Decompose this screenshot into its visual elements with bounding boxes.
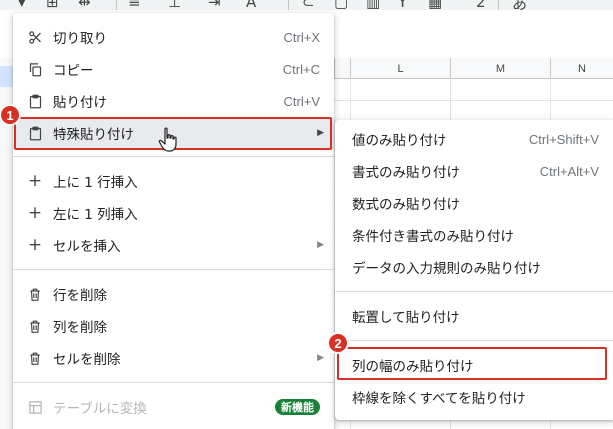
format-icon[interactable]: ▾: [18, 0, 26, 10]
plus-icon: +: [27, 171, 43, 191]
input-tools-icon[interactable]: あ: [512, 0, 527, 10]
menu-item-delete-cells[interactable]: セルを削除 ▶: [13, 342, 334, 374]
submenu-item-values-only[interactable]: 値のみ貼り付け Ctrl+Shift+V: [335, 123, 613, 155]
wrap-icon[interactable]: ⇥: [208, 0, 221, 10]
context-menu: 切り取り Ctrl+X コピー Ctrl+C 貼り付け Ctrl+V 特殊貼り付…: [13, 13, 334, 429]
menu-item-cut[interactable]: 切り取り Ctrl+X: [13, 21, 334, 53]
submenu-item-label: 数式のみ貼り付け: [352, 197, 460, 213]
submenu-item-label: 値のみ貼り付け: [352, 133, 447, 149]
clipboard-icon: [27, 93, 43, 109]
align-icon[interactable]: ≡: [128, 0, 141, 10]
hand-cursor-icon: [158, 127, 180, 153]
submenu-arrow-icon: ▶: [317, 240, 324, 250]
submenu-item-label: 書式のみ貼り付け: [352, 165, 460, 181]
plus-icon: +: [27, 203, 43, 223]
column-header-m[interactable]: M: [450, 58, 550, 79]
callout-badge-2: 2: [327, 332, 349, 354]
column-header-l[interactable]: L: [350, 58, 450, 79]
copy-icon: [27, 61, 43, 77]
menu-item-label: テーブルに変換: [53, 401, 147, 417]
column-header-n[interactable]: N: [550, 58, 613, 79]
valign-icon[interactable]: ⊥: [168, 0, 181, 10]
link-icon[interactable]: ⊂: [302, 0, 315, 10]
submenu-item-label: 条件付き書式のみ貼り付け: [352, 229, 514, 245]
menu-item-label: 行を削除: [53, 288, 107, 304]
submenu-item-formula-only[interactable]: 数式のみ貼り付け: [335, 187, 613, 219]
shortcut-label: Ctrl+V: [283, 93, 320, 109]
menu-item-insert-cells[interactable]: + セルを挿入 ▶: [13, 229, 334, 261]
menu-item-label: コピー: [53, 63, 94, 79]
menu-item-delete-column[interactable]: 列を削除: [13, 310, 334, 342]
trash-icon: [27, 286, 43, 302]
menu-item-delete-row[interactable]: 行を削除: [13, 278, 334, 310]
menu-item-copy[interactable]: コピー Ctrl+C: [13, 53, 334, 85]
menu-item-label: セルを挿入: [53, 239, 121, 255]
merge-icon[interactable]: ⇹: [78, 0, 91, 10]
functions-icon[interactable]: 2: [476, 0, 486, 10]
shortcut-label: Ctrl+Shift+V: [528, 131, 599, 147]
plus-icon: +: [27, 235, 43, 255]
menu-item-label: 列を削除: [53, 320, 107, 336]
callout-badge-1: 1: [0, 104, 21, 126]
submenu-item-format-only[interactable]: 書式のみ貼り付け Ctrl+Alt+V: [335, 155, 613, 187]
menu-divider: [13, 269, 334, 270]
table-icon: [27, 399, 43, 415]
table-view-icon[interactable]: ▦: [428, 0, 442, 10]
scissors-icon: [27, 29, 43, 45]
menu-item-label: 上に 1 行挿入: [53, 175, 138, 191]
submenu-item-label: 枠線を除くすべてを貼り付け: [352, 391, 526, 407]
trash-icon: [27, 318, 43, 334]
toolbar: ▾ ⊞ ⇹ ≡ ⊥ ⇥ A ⊂ ▢ ▥ Y ▦ 2 あ: [0, 0, 613, 10]
rotate-icon[interactable]: A: [246, 0, 256, 10]
column-header-k[interactable]: [334, 58, 350, 79]
menu-item-label: 左に 1 列挿入: [53, 207, 138, 223]
menu-divider: [13, 382, 334, 383]
shortcut-label: Ctrl+Alt+V: [539, 163, 599, 179]
submenu-item-conditional-format-only[interactable]: 条件付き書式のみ貼り付け: [335, 219, 613, 251]
menu-divider: [13, 156, 334, 157]
submenu-item-label: データの入力規則のみ貼り付け: [352, 261, 541, 277]
callout-box-column-width: [337, 347, 607, 380]
submenu-item-data-validation-only[interactable]: データの入力規則のみ貼り付け: [335, 251, 613, 283]
submenu-item-label: 転置して貼り付け: [352, 310, 460, 326]
selected-row-hint: [0, 66, 14, 87]
menu-item-label: セルを削除: [53, 352, 121, 368]
new-feature-badge: 新機能: [275, 399, 320, 415]
shortcut-label: Ctrl+C: [282, 61, 320, 77]
submenu-arrow-icon: ▶: [317, 353, 324, 363]
menu-item-label: 切り取り: [53, 31, 107, 47]
menu-item-convert-to-table: テーブルに変換 新機能: [13, 391, 334, 423]
filter-icon[interactable]: Y: [398, 0, 407, 10]
borders-icon[interactable]: ⊞: [46, 0, 59, 10]
chart-icon[interactable]: ▥: [366, 0, 380, 10]
menu-item-insert-column-left[interactable]: + 左に 1 列挿入: [13, 197, 334, 229]
submenu-item-all-except-borders[interactable]: 枠線を除くすべてを貼り付け: [335, 381, 613, 413]
menu-item-label: 貼り付け: [53, 95, 107, 111]
shortcut-label: Ctrl+X: [283, 29, 320, 45]
submenu-divider: [335, 291, 613, 292]
menu-item-paste[interactable]: 貼り付け Ctrl+V: [13, 85, 334, 117]
comment-icon[interactable]: ▢: [334, 0, 348, 10]
submenu-divider: [335, 340, 613, 341]
trash-icon: [27, 350, 43, 366]
submenu-item-transpose[interactable]: 転置して貼り付け: [335, 300, 613, 332]
menu-item-insert-row-above[interactable]: + 上に 1 行挿入: [13, 165, 334, 197]
